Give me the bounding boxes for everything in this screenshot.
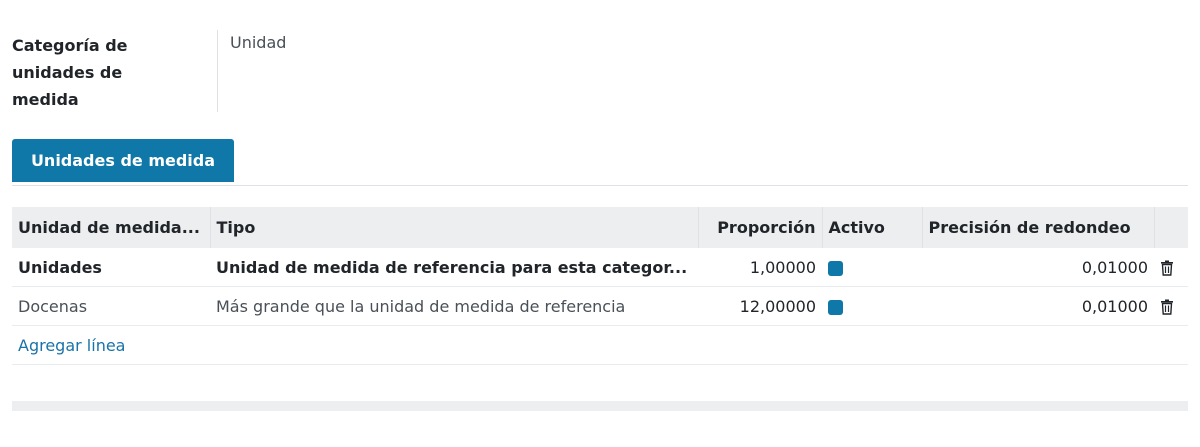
trash-icon[interactable]	[1160, 299, 1174, 315]
column-header-actions	[1154, 207, 1188, 248]
cell-rounding[interactable]: 0,01000	[922, 248, 1154, 287]
cell-type[interactable]: Unidad de medida de referencia para esta…	[210, 248, 698, 287]
field-label: Categoría de unidades de medida	[12, 36, 128, 109]
uom-category-field: Categoría de unidades de medida Unidad	[12, 30, 1188, 112]
column-header-type[interactable]: Tipo	[210, 207, 699, 248]
column-header-unit[interactable]: Unidad de medida...	[12, 207, 211, 248]
field-divider	[217, 30, 218, 112]
add-line-link[interactable]: Agregar línea	[18, 336, 125, 355]
cell-unit[interactable]: Unidades	[12, 248, 210, 287]
trash-icon[interactable]	[1160, 260, 1174, 276]
cell-unit[interactable]: Docenas	[12, 286, 210, 326]
notebook-tabs: Unidades de medida	[12, 139, 1188, 186]
uom-lines-table: Unidad de medida... Tipo Proporción Acti…	[12, 207, 1188, 365]
add-line-row: Agregar línea	[12, 325, 1188, 365]
cell-type[interactable]: Más grande que la unidad de medida de re…	[210, 286, 698, 326]
cell-actions	[1154, 286, 1188, 326]
column-header-rounding[interactable]: Precisión de redondeo	[922, 207, 1155, 248]
checkbox-checked-icon[interactable]	[828, 260, 843, 276]
cell-active	[822, 248, 922, 287]
column-header-active[interactable]: Activo	[822, 207, 923, 248]
checkbox-checked-icon[interactable]	[828, 299, 843, 315]
table-row[interactable]: Unidades Unidad de medida de referencia …	[12, 248, 1188, 287]
field-value[interactable]: Unidad	[230, 32, 286, 54]
cell-ratio[interactable]: 12,00000	[698, 286, 822, 326]
cell-ratio[interactable]: 1,00000	[698, 248, 822, 287]
cell-rounding[interactable]: 0,01000	[922, 286, 1154, 326]
column-header-ratio[interactable]: Proporción	[698, 207, 823, 248]
footer-bar	[12, 401, 1188, 411]
cell-active	[822, 286, 922, 326]
tab-units-of-measure[interactable]: Unidades de medida	[12, 139, 234, 182]
table-header-row: Unidad de medida... Tipo Proporción Acti…	[12, 207, 1188, 248]
cell-actions	[1154, 248, 1188, 287]
table-row[interactable]: Docenas Más grande que la unidad de medi…	[12, 286, 1188, 326]
